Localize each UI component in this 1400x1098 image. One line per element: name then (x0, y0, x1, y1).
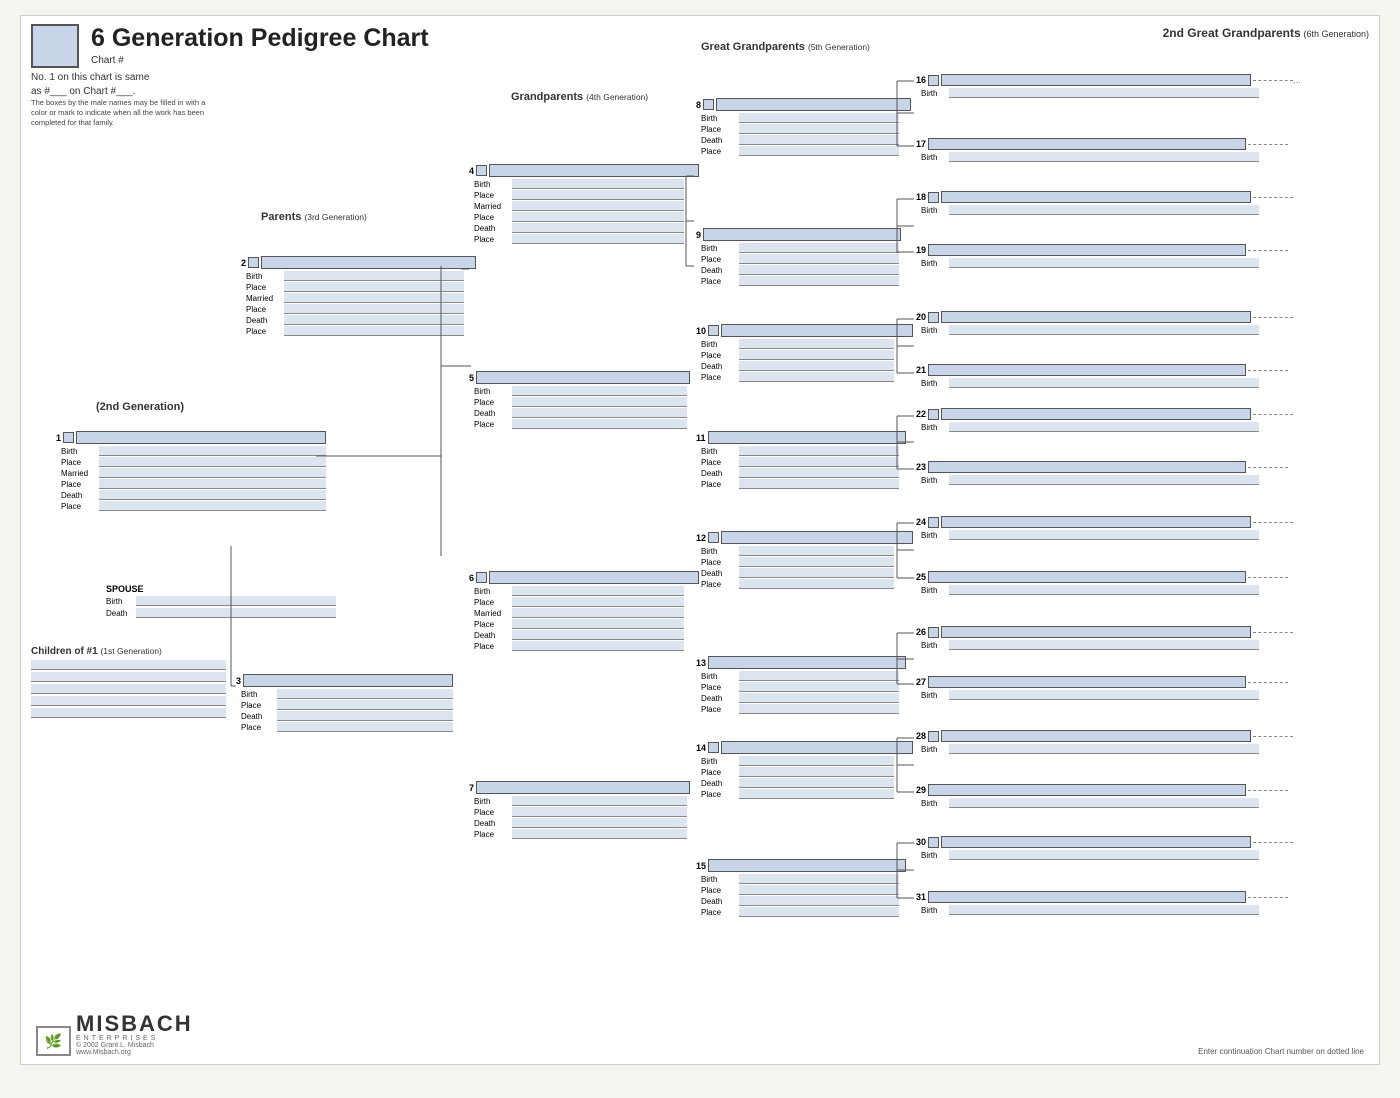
gen2-header: Parents (3rd Generation) (261, 211, 367, 223)
person-29-area: 29 Birth (916, 784, 1288, 808)
gen4-header: Great Grandparents (5th Generation) (701, 41, 870, 53)
person-21-area: 21 Birth (916, 364, 1288, 388)
person-14-area: 14 Birth Place Death Place (696, 741, 913, 800)
person-1-box (63, 432, 74, 443)
header-right-labels: 2nd Great Grandparents (6th Generation) (1163, 26, 1369, 40)
logo-name: MISBACH (76, 1013, 193, 1035)
person-23-area: 23 Birth (916, 461, 1288, 485)
person-26-area: 26 Birth (916, 626, 1293, 650)
person-16-area: 16 … Birth (916, 74, 1301, 98)
chart-note1: No. 1 on this chart is same as #___ on C… (31, 71, 149, 99)
person-17-area: 17 Birth (916, 138, 1288, 162)
person-9-area: 9 Birth Place Death Place (696, 228, 901, 287)
person-13-area: 13 Birth Place Death Place (696, 656, 906, 715)
person-2-box (248, 257, 259, 268)
person-1-name[interactable] (76, 431, 326, 444)
spouse-label: SPOUSE (96, 584, 336, 594)
person-31-area: 31 Birth (916, 891, 1288, 915)
person-12-area: 12 Birth Place Death Place (696, 531, 913, 590)
chart-label: Chart # (91, 55, 429, 66)
person-30-area: 30 Birth (916, 836, 1293, 860)
header: 6 Generation Pedigree Chart Chart # (31, 24, 429, 68)
gen5-sub: (6th Generation) (1303, 29, 1369, 39)
person-3-area: 3 Birth Place Death Place (236, 674, 453, 733)
chart-note2: The boxes by the male names may be fille… (31, 98, 206, 127)
copyright: © 2002 Grant L. Misbach (76, 1042, 193, 1049)
person-10-area: 10 Birth Place Death Place (696, 324, 913, 383)
children-label: Children of #1 (1st Generation) (31, 646, 226, 657)
person-5-area: 5 Birth Place Death Place (469, 371, 690, 430)
person-8-area: 8 Birth Place Death Place (696, 98, 911, 157)
spouse-section: SPOUSE Birth Death (96, 584, 336, 618)
person-2-area: 2 Birth Place Married Place Death (241, 256, 476, 337)
person-7-area: 7 Birth Place Death Place (469, 781, 690, 840)
person-1-num: 1 (56, 433, 61, 443)
person-27-area: 27 Birth (916, 676, 1288, 700)
person-6-area: 6 Birth Place Married Place Death (469, 571, 699, 652)
person-11-area: 11 Birth Place Death Place (696, 431, 906, 490)
person-1-fields: Birth Place Married Place Death Place (56, 446, 326, 511)
person-19-area: 19 Birth (916, 244, 1288, 268)
chart-box (31, 24, 79, 68)
person-18-area: 18 Birth (916, 191, 1293, 215)
website: www.Misbach.org (76, 1049, 193, 1056)
gen3-header: Grandparents (4th Generation) (511, 91, 648, 103)
pedigree-chart: 6 Generation Pedigree Chart Chart # No. … (20, 15, 1380, 1065)
person-25-area: 25 Birth (916, 571, 1288, 595)
person-22-area: 22 Birth (916, 408, 1293, 432)
logo-sub: ENTERPRISES (76, 1035, 193, 1042)
person-15-area: 15 Birth Place Death Place (696, 859, 906, 918)
footer-logo: 🌿 MISBACH ENTERPRISES © 2002 Grant L. Mi… (36, 1013, 193, 1056)
person-24-area: 24 Birth (916, 516, 1293, 540)
header-text: 6 Generation Pedigree Chart Chart # (91, 24, 429, 66)
logo-icon: 🌿 (36, 1026, 71, 1056)
person-20-area: 20 Birth (916, 311, 1293, 335)
person-28-area: 28 Birth (916, 730, 1293, 754)
gen5-label: 2nd Great Grandparents (1163, 26, 1301, 40)
children-section: Children of #1 (1st Generation) (31, 646, 226, 720)
person-4-area: 4 Birth Place Married Place Death (469, 164, 699, 245)
footer-note: Enter continuation Chart number on dotte… (1198, 1047, 1364, 1056)
gen1-label: (2nd Generation) (96, 401, 184, 413)
page-title: 6 Generation Pedigree Chart (91, 24, 429, 53)
person-1-area: 1 Birth Place Married Place Death (56, 431, 326, 512)
